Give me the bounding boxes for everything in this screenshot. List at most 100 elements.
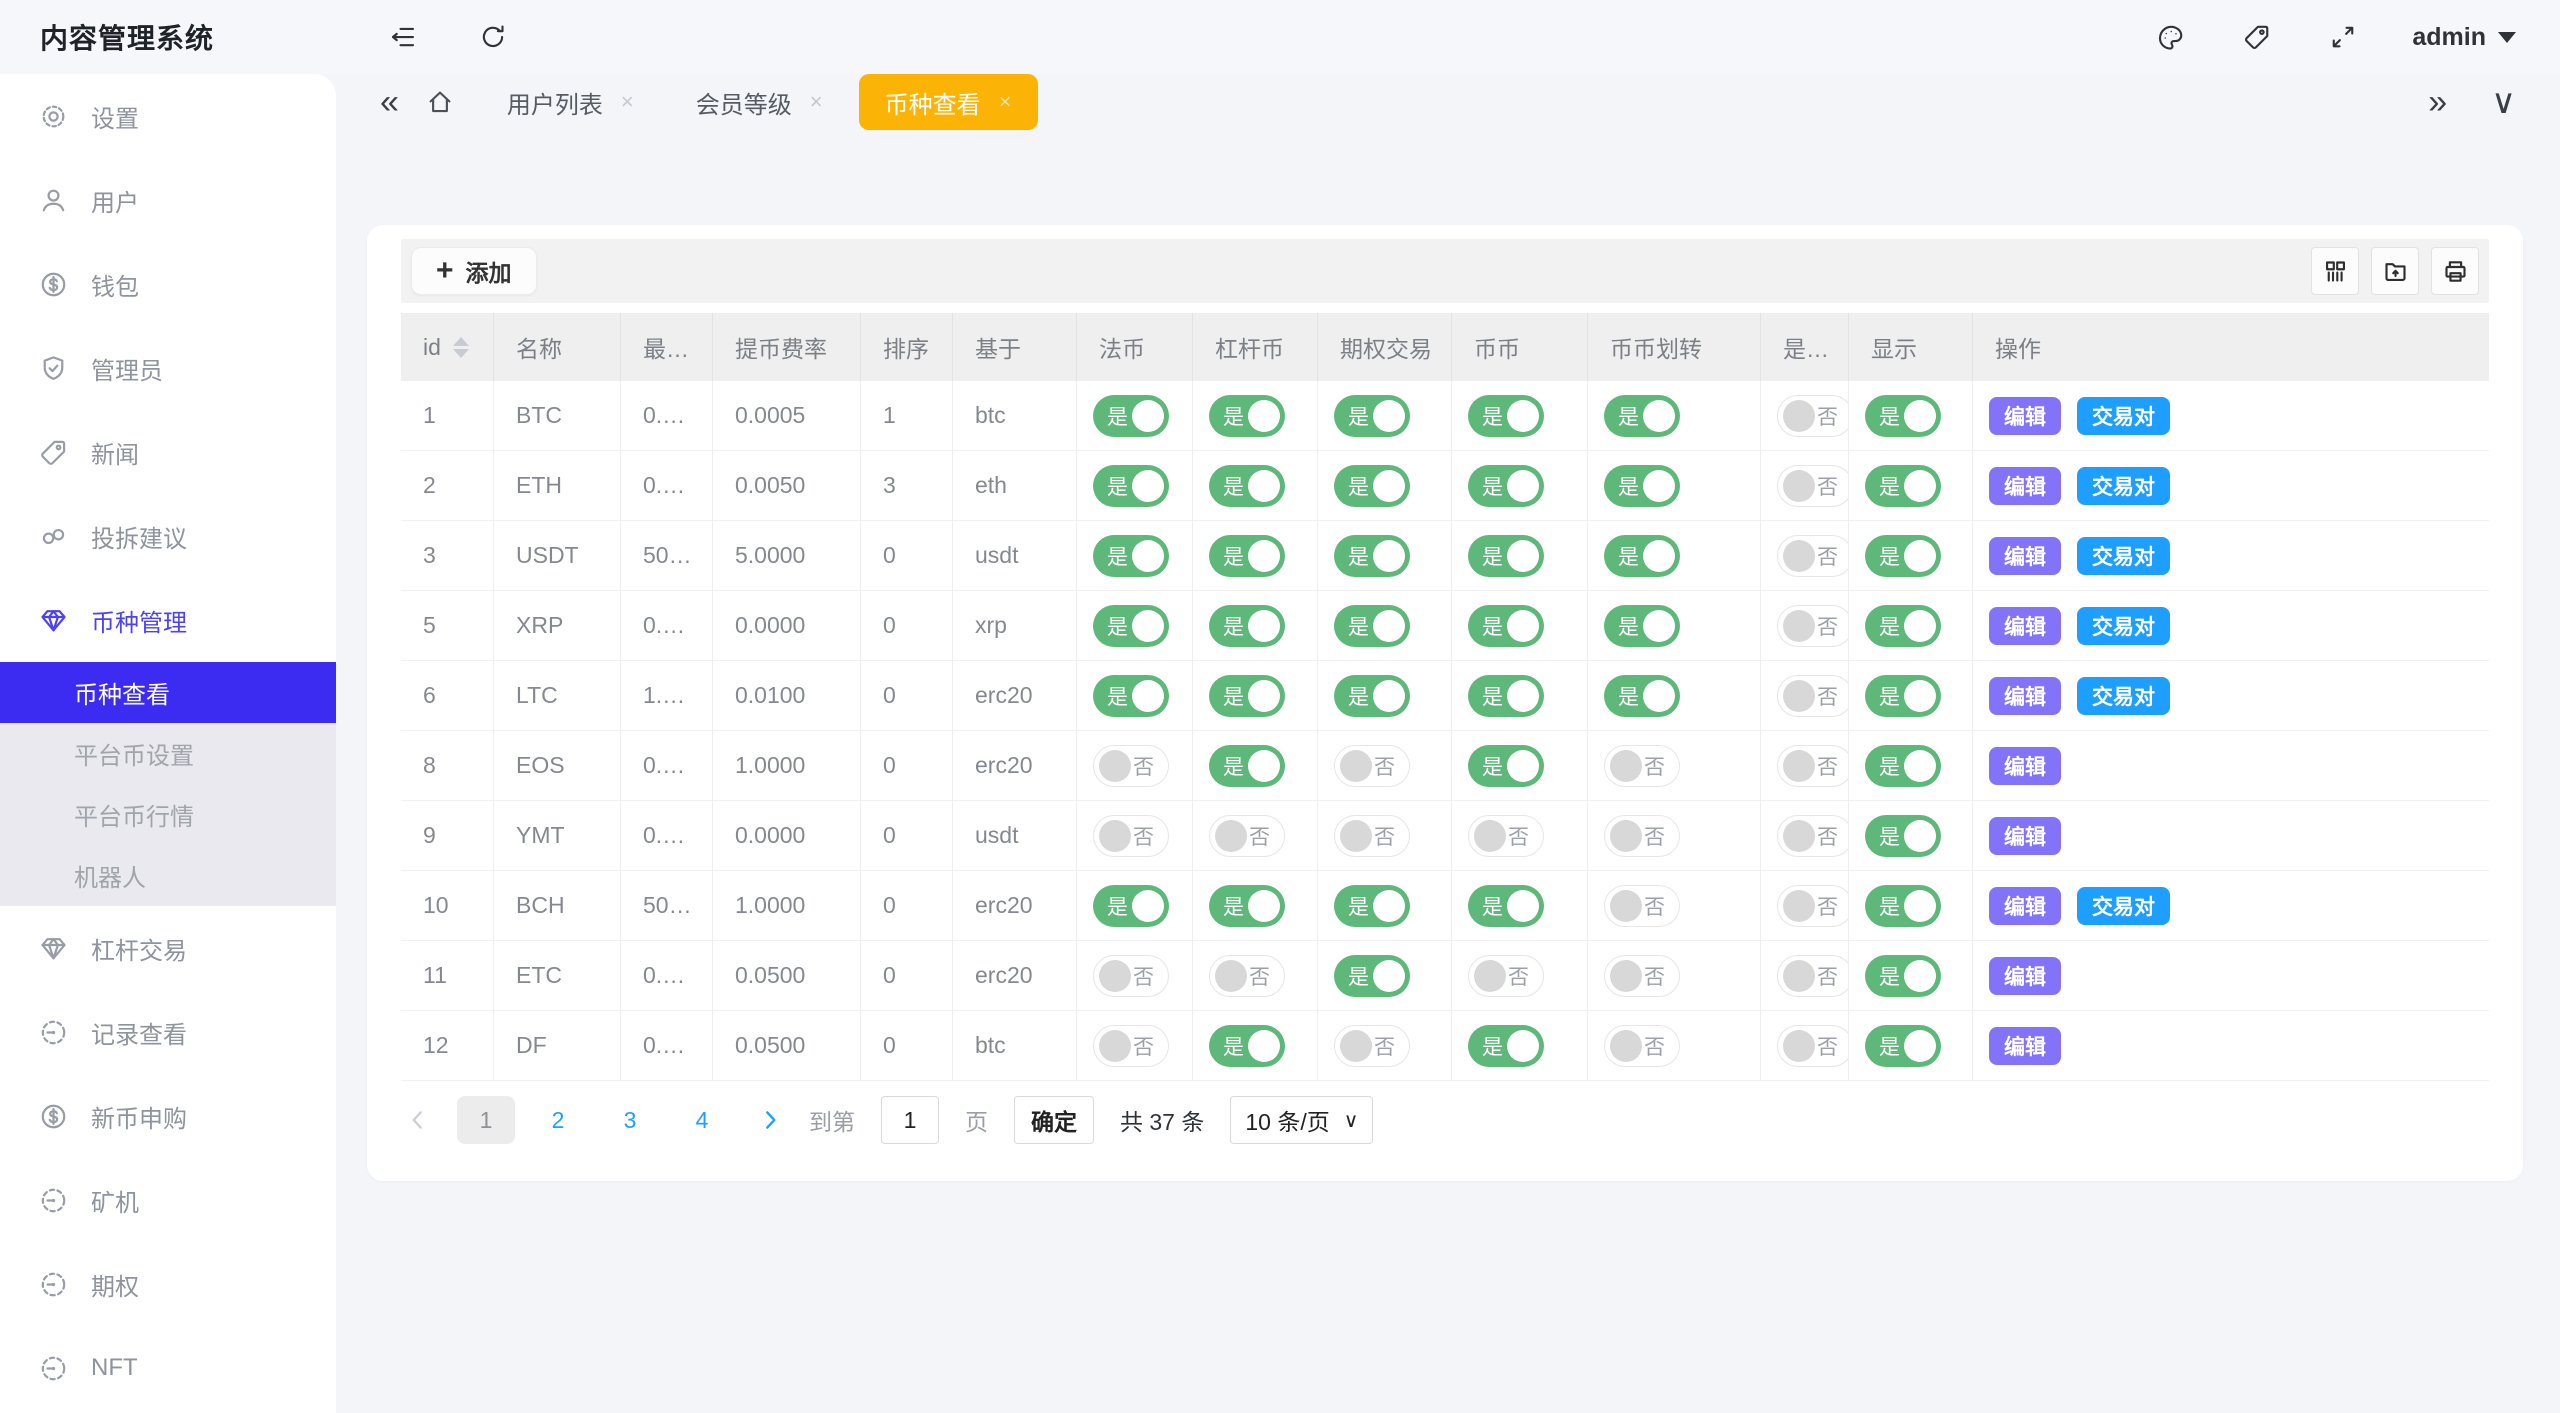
- pair-button[interactable]: 交易对: [2077, 607, 2170, 645]
- toggle-lever-off[interactable]: 否: [1209, 815, 1285, 857]
- tab-用户列表[interactable]: 用户列表×: [481, 74, 660, 130]
- toggle-transfer-off[interactable]: 否: [1604, 885, 1680, 927]
- toggle-lever-off[interactable]: 否: [1209, 955, 1285, 997]
- submenu-item-coin-view[interactable]: 币种查看: [0, 662, 336, 723]
- toggle-transfer-off[interactable]: 否: [1604, 1025, 1680, 1067]
- toggle-recommend-off[interactable]: 否: [1777, 465, 1849, 507]
- toggle-lever-on[interactable]: 是: [1209, 605, 1285, 647]
- toggle-coin-on[interactable]: 是: [1468, 745, 1544, 787]
- tabs-dropdown-button[interactable]: ∨: [2491, 85, 2516, 119]
- toggle-option-on[interactable]: 是: [1334, 675, 1410, 717]
- column-header-id[interactable]: id: [401, 313, 494, 381]
- theme-palette-button[interactable]: [2154, 20, 2188, 54]
- toggle-transfer-on[interactable]: 是: [1604, 675, 1680, 717]
- page-number-2[interactable]: 2: [529, 1096, 587, 1144]
- page-number-4[interactable]: 4: [673, 1096, 731, 1144]
- toggle-recommend-off[interactable]: 否: [1777, 885, 1849, 927]
- toggle-show-on[interactable]: 是: [1865, 675, 1941, 717]
- toggle-lever-on[interactable]: 是: [1209, 675, 1285, 717]
- page-number-1[interactable]: 1: [457, 1096, 515, 1144]
- toggle-fiat-on[interactable]: 是: [1093, 535, 1169, 577]
- toggle-transfer-off[interactable]: 否: [1604, 745, 1680, 787]
- toggle-option-on[interactable]: 是: [1334, 465, 1410, 507]
- toggle-transfer-on[interactable]: 是: [1604, 465, 1680, 507]
- sort-icon[interactable]: [453, 337, 469, 358]
- edit-button[interactable]: 编辑: [1989, 817, 2061, 855]
- toggle-lever-on[interactable]: 是: [1209, 1025, 1285, 1067]
- sidebar-item-option[interactable]: 期权: [0, 1242, 336, 1326]
- sidebar-item-suggest[interactable]: 投拆建议: [0, 494, 336, 578]
- toggle-show-on[interactable]: 是: [1865, 535, 1941, 577]
- pair-button[interactable]: 交易对: [2077, 677, 2170, 715]
- edit-button[interactable]: 编辑: [1989, 677, 2061, 715]
- edit-button[interactable]: 编辑: [1989, 1027, 2061, 1065]
- toggle-recommend-off[interactable]: 否: [1777, 745, 1849, 787]
- tabs-scroll-left-button[interactable]: «: [380, 85, 399, 119]
- home-tab-button[interactable]: [425, 87, 455, 117]
- toggle-option-off[interactable]: 否: [1334, 1025, 1410, 1067]
- toggle-show-on[interactable]: 是: [1865, 465, 1941, 507]
- tab-会员等级[interactable]: 会员等级×: [670, 74, 849, 130]
- pair-button[interactable]: 交易对: [2077, 397, 2170, 435]
- edit-button[interactable]: 编辑: [1989, 747, 2061, 785]
- toggle-recommend-off[interactable]: 否: [1777, 1025, 1849, 1067]
- fullscreen-button[interactable]: [2326, 20, 2360, 54]
- confirm-button[interactable]: 确定: [1014, 1096, 1094, 1144]
- submenu-item-platform-coin-market[interactable]: 平台币行情: [0, 784, 336, 845]
- toggle-recommend-off[interactable]: 否: [1777, 395, 1849, 437]
- toggle-transfer-on[interactable]: 是: [1604, 605, 1680, 647]
- toggle-recommend-off[interactable]: 否: [1777, 815, 1849, 857]
- pair-button[interactable]: 交易对: [2077, 467, 2170, 505]
- toggle-transfer-on[interactable]: 是: [1604, 395, 1680, 437]
- toggle-fiat-off[interactable]: 否: [1093, 815, 1169, 857]
- toggle-recommend-off[interactable]: 否: [1777, 605, 1849, 647]
- edit-button[interactable]: 编辑: [1989, 537, 2061, 575]
- toggle-transfer-on[interactable]: 是: [1604, 535, 1680, 577]
- toggle-coin-on[interactable]: 是: [1468, 885, 1544, 927]
- tab-币种查看[interactable]: 币种查看×: [859, 74, 1038, 130]
- sidebar-item-lever[interactable]: 杠杆交易: [0, 906, 336, 990]
- page-size-select[interactable]: 10 条/页 ∨: [1230, 1096, 1373, 1144]
- pair-button[interactable]: 交易对: [2077, 887, 2170, 925]
- pagination-next-button[interactable]: [757, 1107, 783, 1133]
- toggle-option-on[interactable]: 是: [1334, 885, 1410, 927]
- columns-filter-button[interactable]: [2311, 247, 2359, 295]
- toggle-coin-on[interactable]: 是: [1468, 395, 1544, 437]
- toggle-coin-on[interactable]: 是: [1468, 1025, 1544, 1067]
- toggle-option-off[interactable]: 否: [1334, 745, 1410, 787]
- user-menu[interactable]: admin: [2412, 23, 2516, 52]
- edit-button[interactable]: 编辑: [1989, 467, 2061, 505]
- toggle-fiat-on[interactable]: 是: [1093, 885, 1169, 927]
- jump-page-input[interactable]: [881, 1096, 939, 1144]
- toggle-lever-on[interactable]: 是: [1209, 745, 1285, 787]
- tab-close-icon[interactable]: ×: [810, 89, 823, 115]
- toggle-coin-off[interactable]: 否: [1468, 815, 1544, 857]
- sidebar-item-records[interactable]: 记录查看: [0, 990, 336, 1074]
- toggle-recommend-off[interactable]: 否: [1777, 535, 1849, 577]
- toggle-option-off[interactable]: 否: [1334, 815, 1410, 857]
- toggle-fiat-off[interactable]: 否: [1093, 955, 1169, 997]
- toggle-fiat-on[interactable]: 是: [1093, 395, 1169, 437]
- toggle-transfer-off[interactable]: 否: [1604, 815, 1680, 857]
- toggle-lever-on[interactable]: 是: [1209, 885, 1285, 927]
- export-button[interactable]: [2371, 247, 2419, 295]
- toggle-fiat-on[interactable]: 是: [1093, 465, 1169, 507]
- page-number-3[interactable]: 3: [601, 1096, 659, 1144]
- toggle-coin-on[interactable]: 是: [1468, 535, 1544, 577]
- toggle-lever-on[interactable]: 是: [1209, 535, 1285, 577]
- toggle-transfer-off[interactable]: 否: [1604, 955, 1680, 997]
- add-button[interactable]: + 添加: [411, 247, 537, 295]
- toggle-option-on[interactable]: 是: [1334, 605, 1410, 647]
- edit-button[interactable]: 编辑: [1989, 957, 2061, 995]
- tab-close-icon[interactable]: ×: [621, 89, 634, 115]
- toggle-recommend-off[interactable]: 否: [1777, 675, 1849, 717]
- sidebar-item-users[interactable]: 用户: [0, 158, 336, 242]
- toggle-fiat-on[interactable]: 是: [1093, 675, 1169, 717]
- edit-button[interactable]: 编辑: [1989, 887, 2061, 925]
- sidebar-item-nft[interactable]: NFT: [0, 1326, 336, 1410]
- toggle-coin-on[interactable]: 是: [1468, 605, 1544, 647]
- toggle-coin-on[interactable]: 是: [1468, 465, 1544, 507]
- sidebar-item-coins[interactable]: 币种管理: [0, 578, 336, 662]
- pair-button[interactable]: 交易对: [2077, 537, 2170, 575]
- sidebar-item-news[interactable]: 新闻: [0, 410, 336, 494]
